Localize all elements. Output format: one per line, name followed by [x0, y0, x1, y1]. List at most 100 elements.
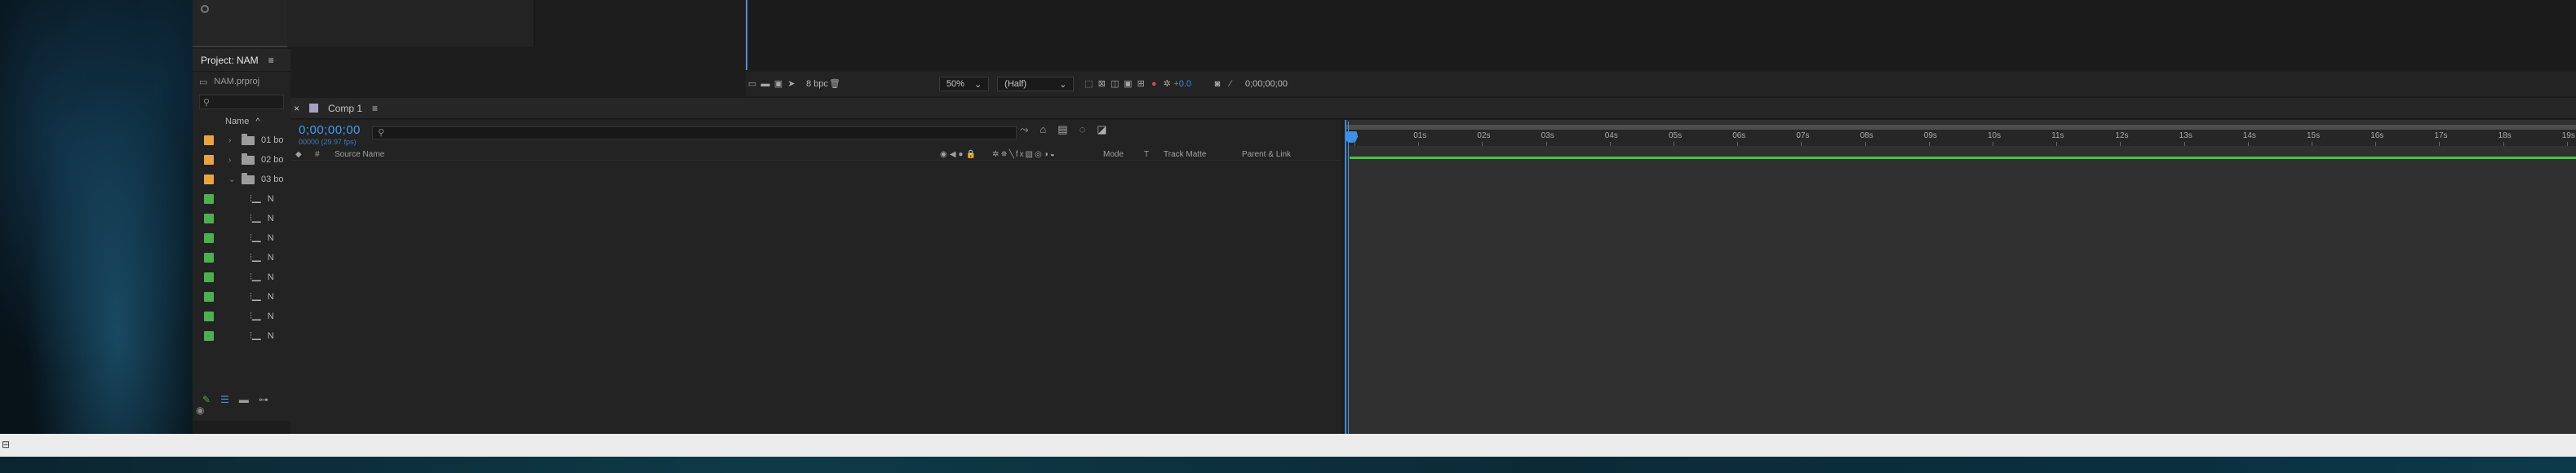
project-item[interactable]: ⫶▁ N — [193, 248, 290, 267]
ruler-tick-mark — [1801, 142, 1802, 146]
folder-icon — [242, 153, 255, 165]
trash-icon[interactable]: 🗑 — [828, 78, 841, 90]
motion-blur-icon[interactable]: ◌ — [1080, 123, 1086, 136]
grid-guides-icon[interactable]: ▣ — [1121, 78, 1134, 90]
viewer-timecode[interactable]: 0;00;00;00 — [1245, 77, 1288, 91]
chevron-right-icon[interactable]: › — [228, 136, 237, 145]
label-color-swatch[interactable] — [204, 253, 214, 263]
send-icon[interactable]: ➤ — [785, 78, 798, 90]
ruler-tick-label: 13s — [2179, 131, 2192, 140]
bpc-label[interactable]: 8 bpc — [806, 77, 828, 91]
ruler-tick-mark — [2375, 142, 2377, 146]
show-snapshot-icon[interactable]: ∕ — [1224, 78, 1237, 90]
ruler-tick-label: 16s — [2370, 131, 2384, 140]
chevron-right-icon[interactable]: › — [228, 156, 237, 165]
timeline-timecode[interactable]: 0;00;00;00 — [299, 123, 361, 137]
project-search-input[interactable]: ⚲ — [199, 95, 284, 109]
timeline-track-area[interactable]: 0s01s02s03s04s05s06s07s08s09s10s11s12s13… — [1345, 120, 2576, 434]
region-of-interest-icon[interactable]: ⬚ — [1082, 78, 1095, 90]
project-item[interactable]: ⫶▁ N — [193, 287, 290, 307]
bottom-bar-icon[interactable]: ⊟ — [2, 439, 10, 450]
chevron-down-icon: ⌄ — [1059, 79, 1067, 90]
preview-handle-icon[interactable] — [201, 5, 209, 13]
sequence-icon: ⫶▁ — [250, 311, 261, 321]
tab-comp-1[interactable]: Comp 1 — [328, 103, 362, 114]
zoom-wrap: 50% ⌄ — [938, 77, 990, 91]
chevron-down-icon[interactable]: ⌄ — [228, 175, 237, 184]
label-color-swatch[interactable] — [204, 331, 214, 341]
parent-link-header[interactable]: Parent & Link — [1242, 150, 1291, 159]
project-item[interactable]: ⫶▁ N — [193, 326, 290, 346]
exposure-reset-icon[interactable]: ✲ — [1160, 78, 1173, 90]
panel-menu-icon[interactable]: ≡ — [268, 55, 274, 66]
desktop-background-strip — [0, 457, 2576, 473]
graph-editor-icon[interactable]: ◪ — [1097, 123, 1106, 136]
ruler-tick-mark — [1864, 142, 1866, 146]
project-item[interactable]: ⫶▁ N — [193, 267, 290, 287]
ruler-tick-label: 02s — [1477, 131, 1491, 140]
frame-blending-icon[interactable]: ▤ — [1057, 123, 1067, 136]
resolution-select[interactable]: (Half) ⌄ — [997, 77, 1075, 91]
project-item[interactable]: ⌄ 03 bo — [193, 170, 290, 189]
color-channel-icon[interactable]: ● — [1147, 78, 1160, 90]
source-name-header[interactable]: Source Name — [335, 150, 384, 159]
current-time-indicator[interactable] — [1346, 122, 1357, 434]
label-color-swatch[interactable] — [204, 155, 214, 165]
timeline-search-input[interactable]: ⚲ — [372, 126, 1017, 139]
project-item-label: N — [267, 194, 274, 204]
preview-range-bar — [1350, 157, 2576, 159]
label-color-swatch[interactable] — [204, 233, 214, 243]
project-item-label: 03 bo — [261, 175, 284, 184]
label-color-swatch[interactable] — [204, 312, 214, 321]
sequence-icon: ⫶▁ — [250, 213, 261, 223]
project-item[interactable]: › 01 bo — [193, 130, 290, 150]
close-icon[interactable]: × — [294, 103, 299, 114]
flowchart-icon[interactable]: ▭ — [746, 78, 759, 90]
composition-viewer[interactable] — [746, 0, 2576, 70]
snapshot-icon[interactable]: ◙ — [1211, 78, 1224, 90]
label-color-swatch[interactable] — [204, 272, 214, 282]
ruler-tick-mark — [2056, 142, 2058, 146]
project-item[interactable]: ⫶▁ N — [193, 228, 290, 248]
label-color-swatch[interactable] — [204, 214, 214, 223]
timeline-fps: 00000 (29.97 fps) — [299, 138, 357, 146]
label-color-swatch[interactable] — [204, 135, 214, 145]
project-item[interactable]: › 02 bo — [193, 150, 290, 170]
label-color-swatch[interactable] — [204, 175, 214, 184]
label-color-swatch[interactable] — [204, 194, 214, 204]
ruler-tick-label: 01s — [1413, 131, 1427, 140]
project-file-row: ▭ NAM.prproj — [193, 72, 290, 91]
panel-menu-icon[interactable]: ≡ — [372, 103, 378, 114]
project-item[interactable]: ⫶▁ N — [193, 209, 290, 228]
folder-icon[interactable]: ▬ — [759, 78, 772, 90]
ruler-tick-mark — [1928, 142, 1930, 146]
ruler-tick-mark — [2247, 142, 2249, 146]
track-matte-header[interactable]: Track Matte — [1164, 150, 1206, 159]
composition-flowchart-icon[interactable]: ⤳ — [1020, 123, 1028, 136]
draft-3d-icon[interactable]: ⌂ — [1040, 123, 1046, 136]
bpc-toggle-icon[interactable]: ◉ — [196, 404, 204, 416]
project-item[interactable]: ⫶▁ N — [193, 307, 290, 326]
mask-visibility-icon[interactable]: ◫ — [1108, 78, 1121, 90]
label-color-swatch[interactable] — [204, 292, 214, 302]
comp-icon[interactable]: ▬ — [239, 394, 249, 405]
new-comp-icon[interactable]: ▣ — [772, 78, 785, 90]
tab-project[interactable]: Project: NAM — [201, 55, 259, 66]
pencil-icon[interactable]: ✎ — [202, 394, 211, 405]
channel-icon[interactable]: ⊞ — [1134, 78, 1147, 90]
sequence-icon: ⫶▁ — [250, 193, 261, 204]
transparency-grid-icon[interactable]: ⊠ — [1095, 78, 1108, 90]
list-icon[interactable]: ☰ — [220, 394, 229, 405]
exposure-value[interactable]: +0.0 — [1173, 79, 1191, 89]
search-icon: ⚲ — [378, 128, 385, 138]
project-item[interactable]: ⫶▁ N — [193, 189, 290, 209]
zoom-select[interactable]: 50% ⌄ — [938, 77, 990, 91]
time-ruler[interactable]: 0s01s02s03s04s05s06s07s08s09s10s11s12s13… — [1346, 130, 2576, 146]
mode-header[interactable]: Mode — [1103, 150, 1124, 159]
ruler-tick-label: 09s — [1923, 131, 1937, 140]
interpret-icon[interactable]: ⊶ — [259, 394, 268, 405]
playhead-handle-icon[interactable] — [1346, 131, 1357, 143]
name-column-header[interactable]: Name ^ — [193, 113, 290, 130]
viewer-toolbar: ▭ ▬ ▣ ➤ 8 bpc 🗑 50% ⌄ (Half) ⌄ ⬚ ⊠ ◫ ▣ ⊞… — [746, 72, 2576, 96]
mini-preview — [193, 0, 287, 47]
